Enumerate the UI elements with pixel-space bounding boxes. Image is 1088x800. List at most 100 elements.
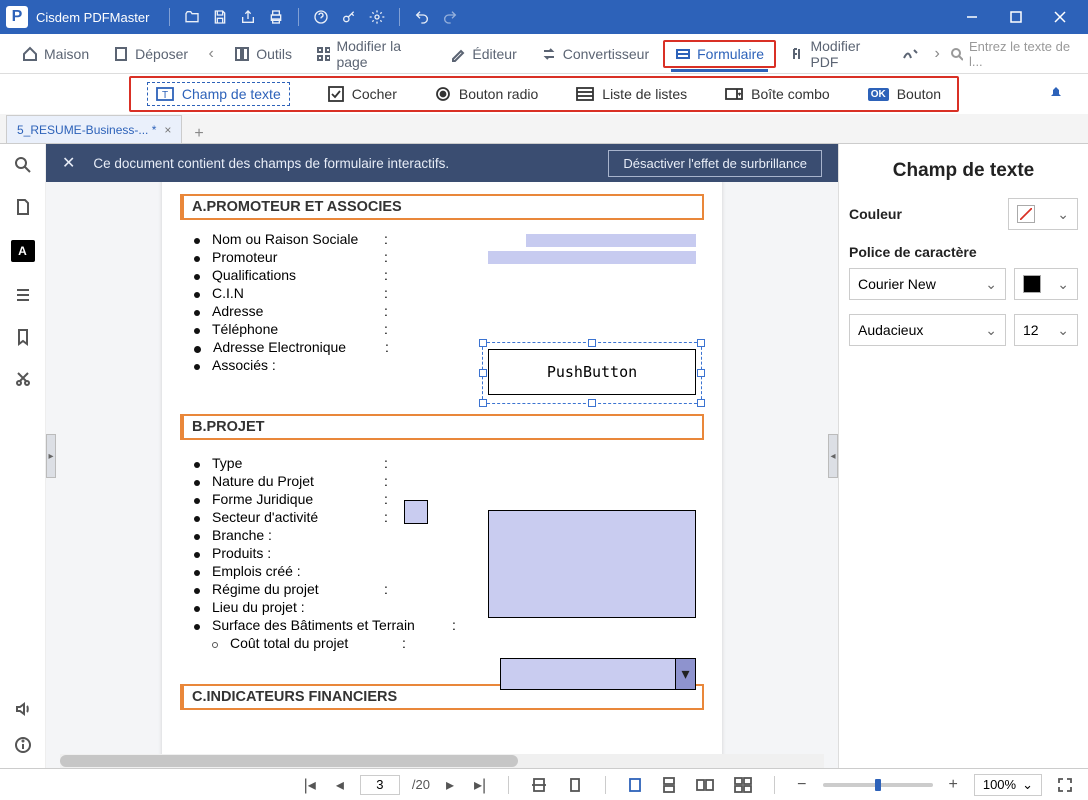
document-tab[interactable]: 5_RESUME-Business-... *× bbox=[6, 115, 182, 143]
tool-list[interactable]: Liste de listes bbox=[576, 86, 687, 102]
fit-page-icon[interactable] bbox=[563, 777, 587, 793]
menu-scroll-right[interactable]: › bbox=[928, 45, 946, 63]
undo-icon[interactable] bbox=[408, 3, 436, 31]
zoom-in-button[interactable]: + bbox=[945, 776, 962, 794]
view-grid-icon[interactable] bbox=[730, 777, 756, 793]
field-label: Adresse Electronique bbox=[213, 339, 385, 355]
form-tools-group: TChamp de texte Cocher Bouton radio List… bbox=[129, 76, 959, 112]
menu-convertisseur[interactable]: Convertisseur bbox=[531, 42, 659, 66]
form-combobox[interactable]: ▾ bbox=[500, 658, 696, 690]
banner-disable-highlight-button[interactable]: Désactiver l'effet de surbrillance bbox=[608, 150, 822, 177]
zoom-out-button[interactable]: − bbox=[793, 776, 810, 794]
form-field[interactable] bbox=[526, 234, 696, 247]
field-label: Surface des Bâtiments et Terrain bbox=[212, 617, 452, 633]
fit-horizontal-icon[interactable] bbox=[527, 777, 551, 793]
pdf-page[interactable]: A.PROMOTEUR ET ASSOCIES Nom ou Raison So… bbox=[162, 144, 722, 768]
sidebar-page-icon[interactable] bbox=[14, 198, 32, 216]
font-color-dropdown[interactable]: ⌄ bbox=[1014, 268, 1078, 300]
app-title: Cisdem PDFMaster bbox=[36, 10, 149, 25]
tab-close-icon[interactable]: × bbox=[164, 123, 171, 137]
field-label: Branche : bbox=[212, 527, 384, 543]
field-label: Associés : bbox=[212, 357, 384, 373]
view-continuous-icon[interactable] bbox=[658, 777, 680, 793]
chevron-down-icon: ⌄ bbox=[1057, 206, 1069, 223]
form-toolbar: TChamp de texte Cocher Bouton radio List… bbox=[0, 74, 1088, 114]
field-label: C.I.N bbox=[212, 285, 384, 301]
menu-modifier-page[interactable]: Modifier la page bbox=[306, 34, 436, 74]
sidebar-outline-icon[interactable] bbox=[14, 286, 32, 304]
menu-scroll-left[interactable]: ‹ bbox=[202, 45, 220, 63]
pin-icon[interactable] bbox=[1048, 86, 1064, 102]
sidebar-sound-icon[interactable] bbox=[14, 700, 32, 718]
page-number-input[interactable] bbox=[360, 775, 400, 795]
sidebar-cut-icon[interactable] bbox=[14, 370, 32, 388]
font-family-dropdown[interactable]: Courier New⌄ bbox=[849, 268, 1006, 300]
first-page-button[interactable]: |◂ bbox=[300, 775, 320, 795]
black-swatch bbox=[1023, 275, 1041, 293]
menu-editeur[interactable]: Éditeur bbox=[440, 42, 526, 66]
sidebar-bookmark-icon[interactable] bbox=[14, 328, 32, 346]
tabbar: 5_RESUME-Business-... *× + bbox=[0, 114, 1088, 144]
share-icon[interactable] bbox=[234, 3, 262, 31]
search-placeholder: Entrez le texte de l... bbox=[969, 39, 1076, 69]
menu-deposer[interactable]: Déposer bbox=[103, 42, 198, 66]
tool-radio[interactable]: Bouton radio bbox=[435, 86, 538, 102]
field-label: Secteur d'activité bbox=[212, 509, 384, 525]
redo-icon[interactable] bbox=[436, 3, 464, 31]
label: Modifier PDF bbox=[810, 38, 884, 70]
tool-combo[interactable]: Boîte combo bbox=[725, 86, 830, 102]
sidebar-search-icon[interactable] bbox=[14, 156, 32, 174]
print-icon[interactable] bbox=[262, 3, 290, 31]
left-panel-handle[interactable]: ▸ bbox=[46, 434, 56, 478]
add-tab-button[interactable]: + bbox=[194, 125, 203, 143]
tool-button[interactable]: OKBouton bbox=[868, 86, 941, 102]
field-label: Promoteur bbox=[212, 249, 384, 265]
menu-maison[interactable]: Maison bbox=[12, 42, 99, 66]
form-field[interactable] bbox=[488, 251, 696, 264]
form-pushbutton[interactable]: PushButton bbox=[488, 349, 696, 395]
color-label: Couleur bbox=[849, 206, 902, 222]
settings-icon[interactable] bbox=[363, 3, 391, 31]
view-two-page-icon[interactable] bbox=[692, 777, 718, 793]
field-label: Qualifications bbox=[212, 267, 384, 283]
minimize-button[interactable] bbox=[950, 0, 994, 34]
field-label: Forme Juridique bbox=[212, 491, 384, 507]
horizontal-scrollbar[interactable] bbox=[60, 754, 824, 768]
no-color-swatch bbox=[1017, 205, 1035, 223]
separator bbox=[169, 8, 170, 26]
key-icon[interactable] bbox=[335, 3, 363, 31]
zoom-dropdown[interactable]: 100%⌄ bbox=[974, 774, 1042, 796]
menu-outils[interactable]: Outils bbox=[224, 42, 302, 66]
zoom-slider[interactable] bbox=[823, 783, 933, 787]
menu-modifier-pdf[interactable]: Modifier PDF bbox=[780, 34, 894, 74]
font-weight-dropdown[interactable]: Audacieux⌄ bbox=[849, 314, 1006, 346]
field-label: Adresse bbox=[212, 303, 384, 319]
font-size-dropdown[interactable]: 12⌄ bbox=[1014, 314, 1078, 346]
save-icon[interactable] bbox=[206, 3, 234, 31]
page-total: /20 bbox=[412, 777, 430, 792]
banner-close-icon[interactable]: ✕ bbox=[62, 153, 75, 173]
chevron-down-icon: ▾ bbox=[675, 659, 695, 689]
menu-formulaire[interactable]: Formulaire bbox=[663, 40, 776, 68]
maximize-button[interactable] bbox=[994, 0, 1038, 34]
close-button[interactable] bbox=[1038, 0, 1082, 34]
last-page-button[interactable]: ▸| bbox=[470, 775, 490, 795]
prev-page-button[interactable]: ◂ bbox=[332, 775, 348, 795]
right-panel-handle[interactable]: ◂ bbox=[828, 434, 838, 478]
label: Déposer bbox=[135, 46, 188, 62]
help-icon[interactable] bbox=[307, 3, 335, 31]
view-single-icon[interactable] bbox=[624, 777, 646, 793]
fullscreen-button[interactable] bbox=[1054, 778, 1076, 792]
main-area: A ▸ ◂ ✕ Ce document contient des champs … bbox=[0, 144, 1088, 768]
zoom-value: 100% bbox=[983, 777, 1016, 792]
sidebar-info-icon[interactable] bbox=[14, 736, 32, 754]
tool-text-field[interactable]: TChamp de texte bbox=[147, 82, 290, 106]
sign-icon[interactable] bbox=[898, 42, 924, 66]
sidebar-text-icon[interactable]: A bbox=[11, 240, 35, 262]
color-dropdown[interactable]: ⌄ bbox=[1008, 198, 1078, 230]
next-page-button[interactable]: ▸ bbox=[442, 775, 458, 795]
label: Bouton bbox=[897, 86, 941, 102]
search-box[interactable]: Entrez le texte de l... bbox=[950, 39, 1076, 69]
tool-check[interactable]: Cocher bbox=[328, 86, 397, 102]
open-icon[interactable] bbox=[178, 3, 206, 31]
